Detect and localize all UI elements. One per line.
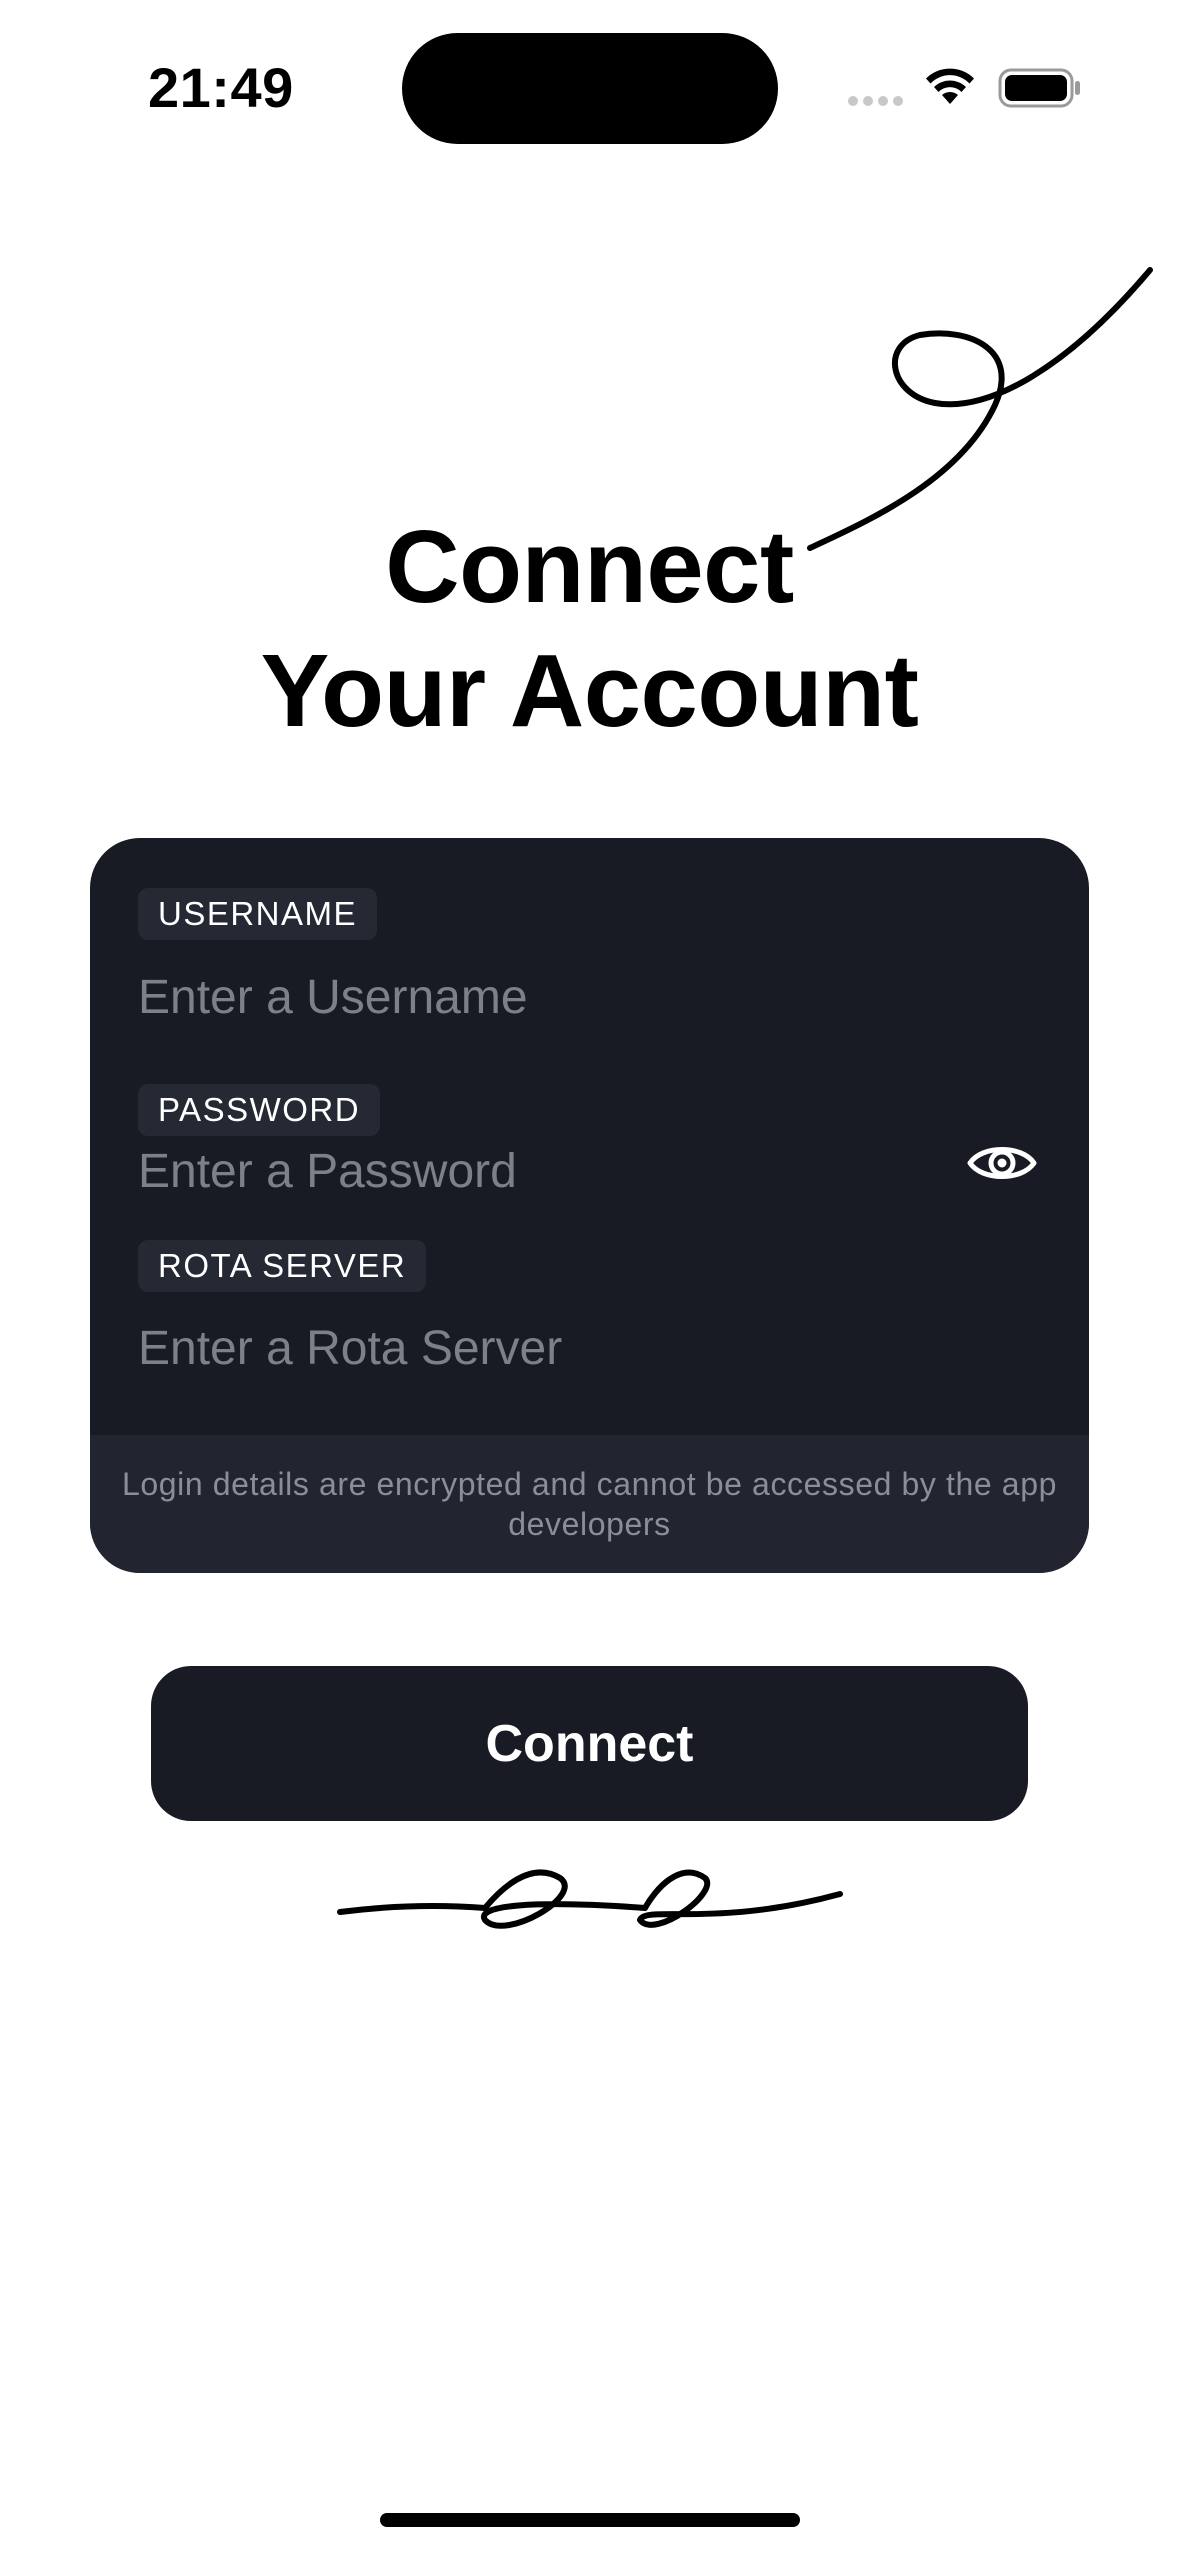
- dynamic-island: [402, 33, 778, 144]
- server-input[interactable]: [138, 1315, 938, 1381]
- battery-icon: [998, 68, 1080, 108]
- password-label: PASSWORD: [138, 1084, 381, 1136]
- password-input[interactable]: [138, 1138, 938, 1204]
- decorative-squiggle-bottom: [337, 1869, 843, 1929]
- server-label: ROTA SERVER: [138, 1240, 427, 1292]
- eye-icon[interactable]: [966, 1138, 1038, 1188]
- username-label: USERNAME: [138, 888, 378, 940]
- connect-button[interactable]: Connect: [151, 1666, 1028, 1821]
- encryption-note: Login details are encrypted and cannot b…: [90, 1435, 1089, 1573]
- title-line-1: Connect: [385, 509, 794, 624]
- username-input[interactable]: [138, 964, 938, 1030]
- login-card: USERNAME PASSWORD ROTA SERVER Login deta…: [90, 838, 1089, 1573]
- login-screen: 21:49 Connect Your Account USERNAME PASS…: [0, 0, 1179, 2556]
- page-title: Connect Your Account: [0, 505, 1179, 753]
- home-indicator[interactable]: [380, 2513, 800, 2527]
- title-line-2: Your Account: [260, 633, 919, 748]
- encryption-note-text: Login details are encrypted and cannot b…: [121, 1466, 1057, 1542]
- wifi-icon: [926, 68, 974, 104]
- cellular-dots-icon: [848, 96, 903, 106]
- status-time: 21:49: [148, 56, 294, 119]
